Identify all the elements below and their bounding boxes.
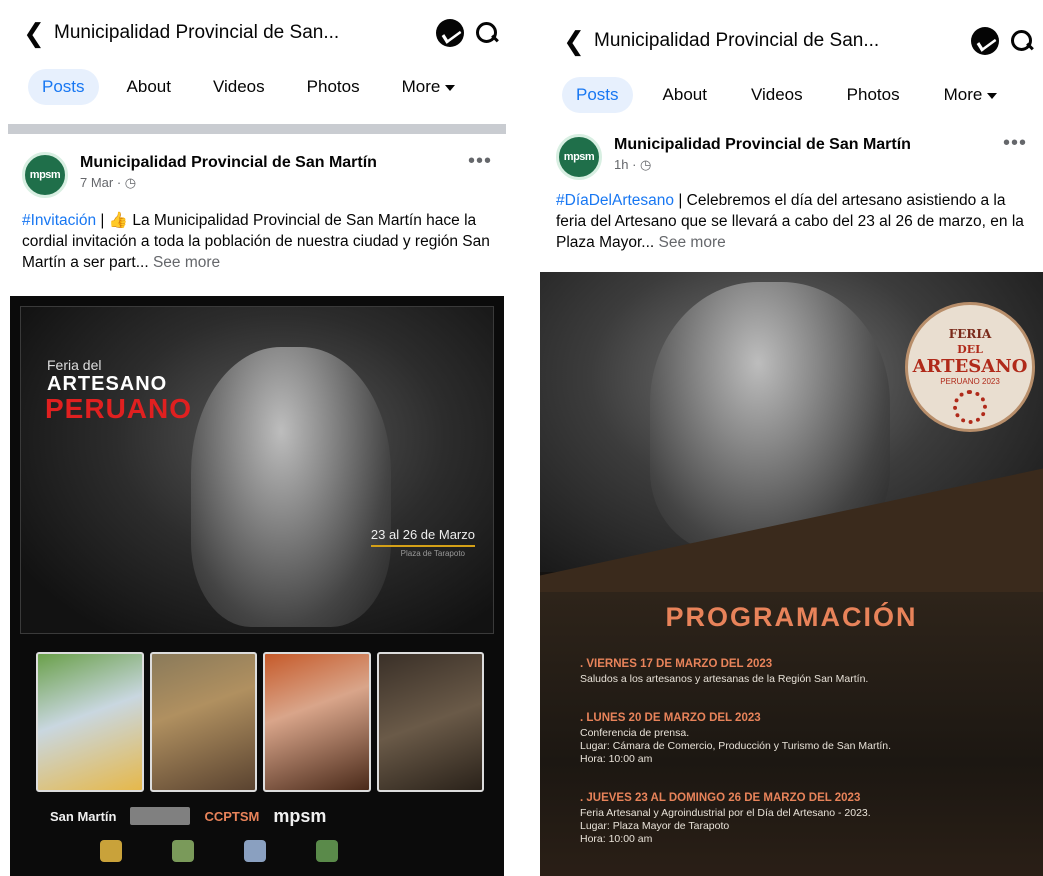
hashtag-link[interactable]: #DíaDelArtesano <box>556 192 674 209</box>
event-item: . JUEVES 23 AL DOMINGO 26 DE MARZO DEL 2… <box>580 792 1023 846</box>
feria-badge: FERIA DEL ARTESANO PERUANO 2023 <box>905 302 1035 432</box>
section-divider <box>8 124 506 134</box>
messenger-icon[interactable] <box>436 19 464 47</box>
logo-san-martin: San Martín <box>50 808 117 824</box>
artisan-photo <box>376 652 484 792</box>
event-line: Conferencia de prensa. <box>580 727 690 739</box>
logo-icon <box>100 840 122 862</box>
tab-posts[interactable]: Posts <box>562 77 633 113</box>
post-image[interactable]: FERIA DEL ARTESANO PERUANO 2023 PROGRAMA… <box>540 272 1043 876</box>
more-options-icon[interactable]: ••• <box>468 150 492 173</box>
event-day: . LUNES 20 DE MARZO DEL 2023 <box>580 712 761 724</box>
badge-line1: FERIA <box>948 327 992 341</box>
event-line: Hora: 10:00 am <box>580 753 653 765</box>
poster-date: 23 al 26 de Marzo <box>370 527 475 547</box>
tab-about[interactable]: About <box>649 77 721 113</box>
page-title: Municipalidad Provincial de San... <box>54 22 340 43</box>
post-author[interactable]: Municipalidad Provincial de San Martín <box>80 154 377 172</box>
poster-red-text: PERUANO <box>45 393 193 424</box>
messenger-icon[interactable] <box>971 27 999 55</box>
post-text: #Invitación | 👍 La Municipalidad Provinc… <box>22 210 494 273</box>
search-icon[interactable] <box>474 20 500 46</box>
artisan-photo <box>36 652 144 792</box>
artisan-figure <box>191 347 391 627</box>
post-header: mpsm Municipalidad Provincial de San Mar… <box>540 130 1043 180</box>
top-bar: ❮ Municipalidad Provincial de San... <box>0 4 508 62</box>
left-screenshot: ❮ Municipalidad Provincial de San... Pos… <box>0 0 508 876</box>
event-line: Saludos a los artesanos y artesanas de l… <box>580 673 869 685</box>
caret-down-icon <box>987 92 998 99</box>
chevron-left-icon[interactable]: ❮ <box>14 18 54 49</box>
logo-icon <box>172 840 194 862</box>
badge-line2: DEL <box>957 343 983 356</box>
badge-line4: PERUANO 2023 <box>940 377 1000 386</box>
page-tabs: Posts About Videos Photos More <box>540 72 1043 118</box>
tab-videos[interactable]: Videos <box>737 77 817 113</box>
artisan-photo <box>263 652 371 792</box>
top-bar: ❮ Municipalidad Provincial de San... <box>540 12 1043 70</box>
search-icon[interactable] <box>1009 28 1035 54</box>
post-timestamp: 1h · ◷ <box>614 157 652 172</box>
poster-main: Feria del ARTESANO PERUANO 23 al 26 de M… <box>20 306 494 634</box>
event-item: . LUNES 20 DE MARZO DEL 2023 Conferencia… <box>580 712 1023 766</box>
post-image[interactable]: Feria del ARTESANO PERUANO 23 al 26 de M… <box>10 296 504 876</box>
tab-photos[interactable]: Photos <box>293 69 374 105</box>
right-screenshot: ❮ Municipalidad Provincial de San... Pos… <box>540 0 1043 876</box>
more-options-icon[interactable]: ••• <box>1003 132 1027 155</box>
tab-more-label: More <box>401 77 441 96</box>
see-more-link[interactable]: See more <box>659 234 726 251</box>
post-text: #DíaDelArtesano | Celebremos el día del … <box>556 190 1033 253</box>
sun-emblem-icon <box>953 390 987 424</box>
tab-about[interactable]: About <box>113 69 185 105</box>
tab-posts[interactable]: Posts <box>28 69 99 105</box>
page-tabs: Posts About Videos Photos More <box>0 64 508 110</box>
sponsor-logos-2 <box>100 836 464 866</box>
tab-more[interactable]: More <box>388 69 470 105</box>
see-more-link[interactable]: See more <box>153 254 220 271</box>
tab-more-label: More <box>943 85 983 104</box>
poster-small-text: Feria del <box>47 357 102 373</box>
logo-mpsm: mpsm <box>273 805 327 826</box>
logo-icon <box>244 840 266 862</box>
caret-down-icon <box>445 84 456 91</box>
event-item: . VIERNES 17 DE MARZO DEL 2023 Saludos a… <box>580 658 1023 686</box>
chevron-left-icon[interactable]: ❮ <box>554 26 594 57</box>
page-title: Municipalidad Provincial de San... <box>594 30 880 51</box>
event-day: . JUEVES 23 AL DOMINGO 26 DE MARZO DEL 2… <box>580 792 861 804</box>
avatar[interactable]: mpsm <box>556 134 602 180</box>
artisan-photo <box>149 652 257 792</box>
event-line: Hora: 10:00 am <box>580 833 653 845</box>
badge-line3: ARTESANO <box>912 356 1028 377</box>
event-line: Lugar: Cámara de Comercio, Producción y … <box>580 740 892 752</box>
tab-photos[interactable]: Photos <box>833 77 914 113</box>
tab-videos[interactable]: Videos <box>199 69 279 105</box>
post-author[interactable]: Municipalidad Provincial de San Martín <box>614 136 911 154</box>
sponsor-logos: San Martín CCPTSM mpsm <box>50 804 484 828</box>
event-line: Lugar: Plaza Mayor de Tarapoto <box>580 820 730 832</box>
event-line: Feria Artesanal y Agroindustrial por el … <box>580 807 871 819</box>
post-timestamp: 7 Mar · ◷ <box>80 175 137 190</box>
logo-ccptsm: CCPTSM <box>204 808 260 824</box>
programacion-title: PROGRAMACIÓN <box>665 602 918 632</box>
post-header: mpsm Municipalidad Provincial de San Mar… <box>0 148 508 198</box>
tab-more[interactable]: More <box>930 77 1012 113</box>
logo-block <box>130 807 191 825</box>
logo-icon <box>316 840 338 862</box>
avatar[interactable]: mpsm <box>22 152 68 198</box>
hashtag-link[interactable]: #Invitación <box>22 212 96 229</box>
poster-date-sub: Plaza de Tarapoto <box>400 549 465 558</box>
photo-strip <box>36 652 484 792</box>
event-day: . VIERNES 17 DE MARZO DEL 2023 <box>580 658 773 670</box>
